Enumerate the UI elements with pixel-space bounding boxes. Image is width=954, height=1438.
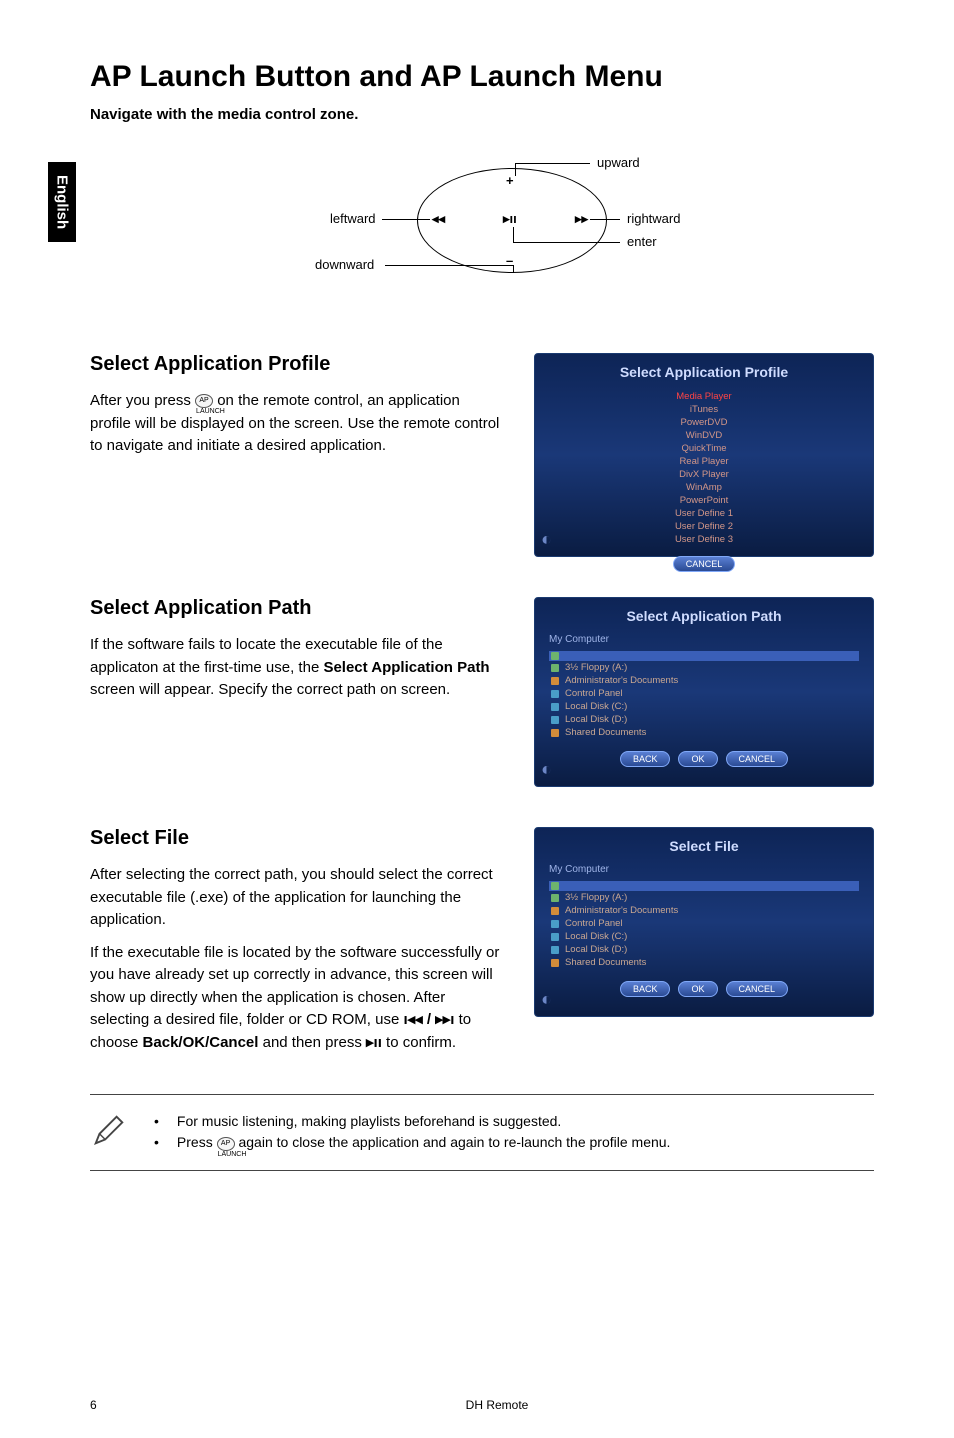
playpause-glyph: ▸ıı (503, 211, 517, 227)
list-item: 3½ Floppy (A:) (549, 891, 859, 904)
language-tab: English (48, 162, 76, 242)
list-item: Administrator's Documents (549, 674, 859, 687)
footer-title: DH Remote (120, 1398, 874, 1412)
cancel-button[interactable]: CANCEL (726, 751, 789, 767)
media-control-diagram: + ◂◂ ▸ıı ▸▸ – upward leftward rightward … (267, 143, 697, 313)
profile-window: Select Application Profile Media Player … (534, 353, 874, 557)
rightward-label: rightward (627, 211, 680, 226)
path-body-bold: Select Application Path (323, 659, 489, 676)
path-body: If the software fails to locate the exec… (90, 634, 501, 702)
note-2-pre: Press (177, 1134, 217, 1150)
list-item: Administrator's Documents (549, 904, 859, 917)
file-b2-after: to confirm. (382, 1034, 456, 1051)
nav-instruction: Navigate with the media control zone. (90, 106, 874, 123)
profile-title: Select Application Profile (90, 353, 501, 376)
back-ok-cancel-text: Back/OK/Cancel (143, 1034, 259, 1051)
page-title: AP Launch Button and AP Launch Menu (90, 60, 874, 94)
file-body-1: After selecting the correct path, you sh… (90, 864, 501, 932)
list-item: DivX Player (568, 468, 841, 481)
enter-label: enter (627, 234, 657, 249)
list-item: WinDVD (568, 429, 841, 442)
list-item: Shared Documents (549, 956, 859, 969)
list-item (549, 651, 859, 661)
ap-launch-icon: AP LAUNCH (217, 1137, 235, 1151)
list-item: Media Player (568, 390, 841, 403)
profile-body-before: After you press (90, 392, 195, 409)
section-path: Select Application Path If the software … (90, 597, 874, 787)
back-button[interactable]: BACK (620, 981, 671, 997)
file-body-2: If the executable file is located by the… (90, 942, 501, 1055)
profile-body: After you press AP LAUNCH on the remote … (90, 390, 501, 458)
list-item: Real Player (568, 455, 841, 468)
list-item: Local Disk (C:) (549, 930, 859, 943)
path-title: Select Application Path (90, 597, 501, 620)
path-window-title: Select Application Path (549, 608, 859, 624)
section-file: Select File After selecting the correct … (90, 827, 874, 1054)
list-item: PowerPoint (568, 494, 841, 507)
list-item: Local Disk (D:) (549, 713, 859, 726)
section-profile: Select Application Profile After you pre… (90, 353, 874, 557)
note-bullet-2: • Press AP LAUNCH again to close the app… (154, 1132, 874, 1153)
page-number: 6 (90, 1398, 120, 1412)
path-window: Select Application Path My Computer 3½ F… (534, 597, 874, 787)
list-item: Control Panel (549, 687, 859, 700)
note-block: • For music listening, making playlists … (90, 1094, 874, 1171)
ok-button[interactable]: OK (678, 981, 717, 997)
prev-glyph: ◂◂ (432, 211, 445, 227)
list-item: User Define 2 (568, 520, 841, 533)
list-item: PowerDVD (568, 416, 841, 429)
footer: 6 DH Remote (0, 1398, 954, 1412)
cancel-button[interactable]: CANCEL (673, 556, 736, 572)
next-glyph: ▸▸ (575, 211, 588, 227)
corner-icon: ◐ (541, 759, 552, 780)
note-text-1: For music listening, making playlists be… (177, 1111, 561, 1132)
breadcrumb: My Computer (549, 864, 859, 875)
list-item: Control Panel (549, 917, 859, 930)
file-b2-mid2: and then press (258, 1034, 366, 1051)
downward-label: downward (315, 257, 374, 272)
list-item: iTunes (568, 403, 841, 416)
list-item: QuickTime (568, 442, 841, 455)
cancel-button[interactable]: CANCEL (726, 981, 789, 997)
note-bullet-1: • For music listening, making playlists … (154, 1111, 874, 1132)
list-item: Local Disk (C:) (549, 700, 859, 713)
upward-label: upward (597, 155, 640, 170)
plus-glyph: + (506, 173, 514, 188)
ok-button[interactable]: OK (678, 751, 717, 767)
play-pause-icon: ▸ıı (366, 1034, 382, 1051)
back-button[interactable]: BACK (620, 751, 671, 767)
pencil-icon (90, 1111, 128, 1154)
file-title: Select File (90, 827, 501, 850)
list-item: User Define 1 (568, 507, 841, 520)
list-item (549, 881, 859, 891)
corner-icon: ◐ (541, 989, 552, 1010)
list-item: 3½ Floppy (A:) (549, 661, 859, 674)
list-item: WinAmp (568, 481, 841, 494)
list-item: Local Disk (D:) (549, 943, 859, 956)
file-window-title: Select File (549, 838, 859, 854)
leftward-label: leftward (330, 211, 376, 226)
profile-window-title: Select Application Profile (549, 364, 859, 380)
breadcrumb: My Computer (549, 634, 859, 645)
corner-icon: ◐ (541, 529, 552, 550)
list-item: Shared Documents (549, 726, 859, 739)
path-body-post: screen will appear. Specify the correct … (90, 681, 450, 698)
note-2-post: again to close the application and again… (235, 1134, 671, 1150)
prev-next-icon: ı◂◂ / ▸▸ı (403, 1011, 454, 1028)
list-item: User Define 3 (568, 533, 841, 546)
file-window: Select File My Computer 3½ Floppy (A:) A… (534, 827, 874, 1017)
ap-launch-icon: AP LAUNCH (195, 394, 213, 408)
